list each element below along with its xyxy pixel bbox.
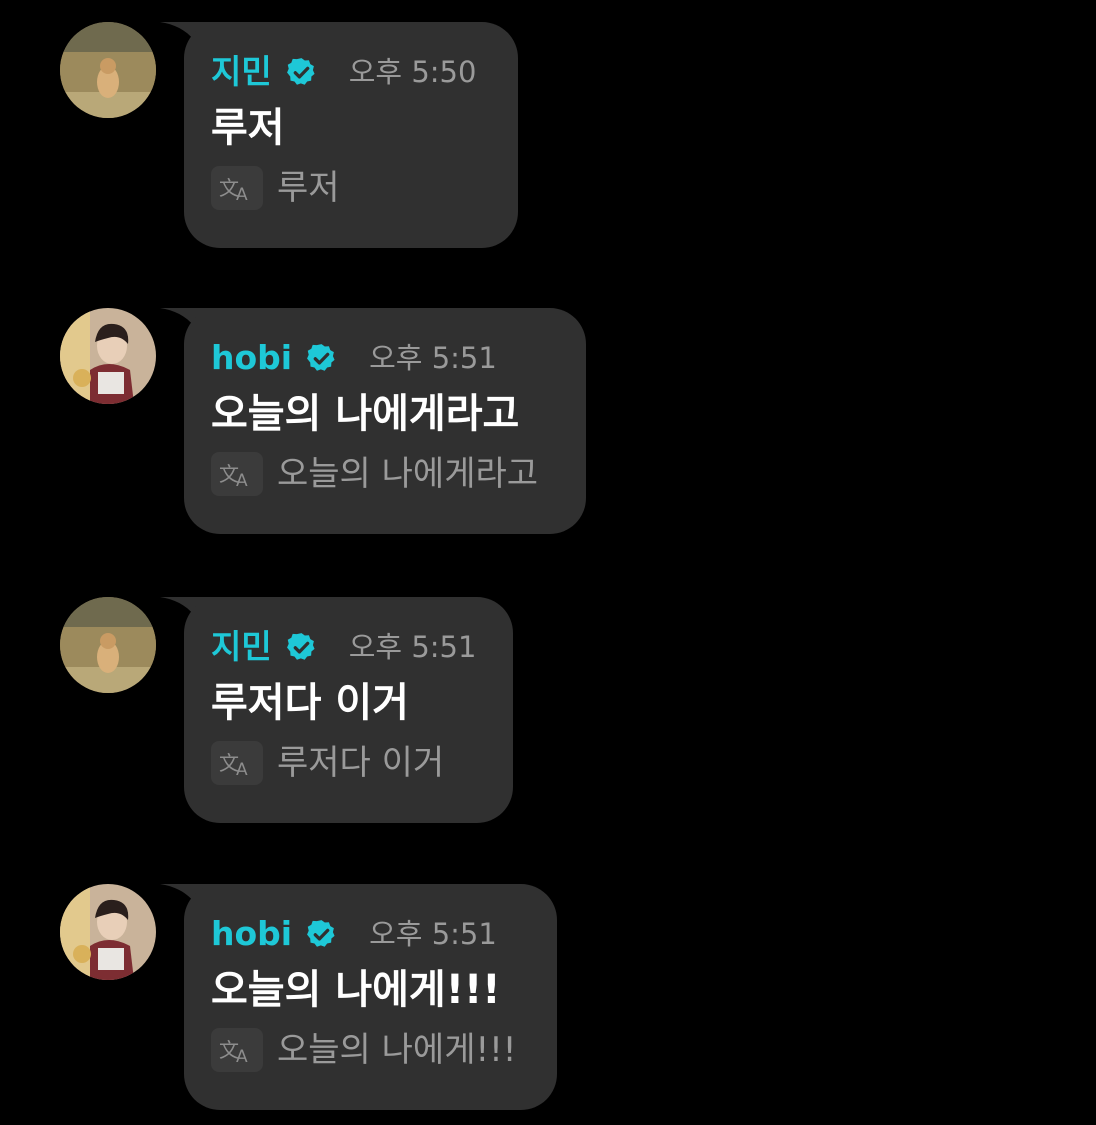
translation-row: 文 A 루저다 이거 — [211, 739, 483, 787]
message-bubble[interactable]: 지민 오후 5:51 루저다 이거 文 A 루저다 이거 — [184, 597, 513, 823]
verified-badge-icon — [286, 632, 315, 660]
translate-icon[interactable]: 文 A — [211, 741, 263, 785]
author-name[interactable]: hobi — [211, 336, 292, 380]
message-bubble[interactable]: hobi 오후 5:51 오늘의 나에게!!! 文 A 오늘의 나에게!!! — [184, 884, 557, 1110]
chat-thread: 지민 오후 5:50 루저 文 A 루저 hobi 오후 5:51 오늘의 나에… — [0, 0, 1096, 1125]
translated-text: 루저 — [277, 168, 340, 208]
message-text: 오늘의 나에게!!! — [211, 967, 501, 1013]
avatar[interactable] — [60, 597, 156, 693]
message-text: 루저다 이거 — [211, 680, 409, 726]
translation-row: 文 A 오늘의 나에게!!! — [211, 1026, 527, 1074]
message-timestamp: 오후 5:51 — [369, 341, 497, 375]
translate-icon[interactable]: 文 A — [211, 452, 263, 496]
message-bubble[interactable]: 지민 오후 5:50 루저 文 A 루저 — [184, 22, 518, 248]
translated-text: 오늘의 나에게라고 — [277, 454, 539, 494]
author-name[interactable]: 지민 — [211, 625, 272, 669]
translation-row: 文 A 오늘의 나에게라고 — [211, 450, 556, 498]
message-text: 루저 — [211, 105, 285, 151]
message-timestamp: 오후 5:50 — [348, 55, 477, 89]
verified-badge-icon — [286, 57, 315, 85]
verified-badge-icon — [307, 343, 335, 371]
message-timestamp: 오후 5:51 — [348, 630, 477, 664]
svg-text:A: A — [236, 471, 248, 489]
translate-icon[interactable]: 文 A — [211, 1028, 263, 1072]
verified-badge-icon — [307, 919, 335, 947]
author-name[interactable]: hobi — [211, 912, 292, 956]
translate-icon[interactable]: 文 A — [211, 166, 263, 210]
message-header: hobi 오후 5:51 — [211, 912, 527, 956]
svg-text:A: A — [236, 1047, 248, 1065]
svg-text:A: A — [236, 760, 248, 778]
author-name[interactable]: 지민 — [211, 50, 272, 94]
svg-text:A: A — [236, 185, 248, 203]
avatar[interactable] — [60, 884, 156, 980]
avatar[interactable] — [60, 22, 156, 118]
message-header: 지민 오후 5:51 — [211, 625, 483, 669]
translation-row: 文 A 루저 — [211, 164, 488, 212]
message-header: 지민 오후 5:50 — [211, 50, 488, 94]
avatar[interactable] — [60, 308, 156, 404]
translated-text: 오늘의 나에게!!! — [277, 1030, 517, 1070]
message-bubble[interactable]: hobi 오후 5:51 오늘의 나에게라고 文 A 오늘의 나에게라고 — [184, 308, 586, 534]
message-timestamp: 오후 5:51 — [369, 917, 497, 951]
message-text: 오늘의 나에게라고 — [211, 391, 520, 437]
message-header: hobi 오후 5:51 — [211, 336, 556, 380]
translated-text: 루저다 이거 — [277, 743, 445, 783]
